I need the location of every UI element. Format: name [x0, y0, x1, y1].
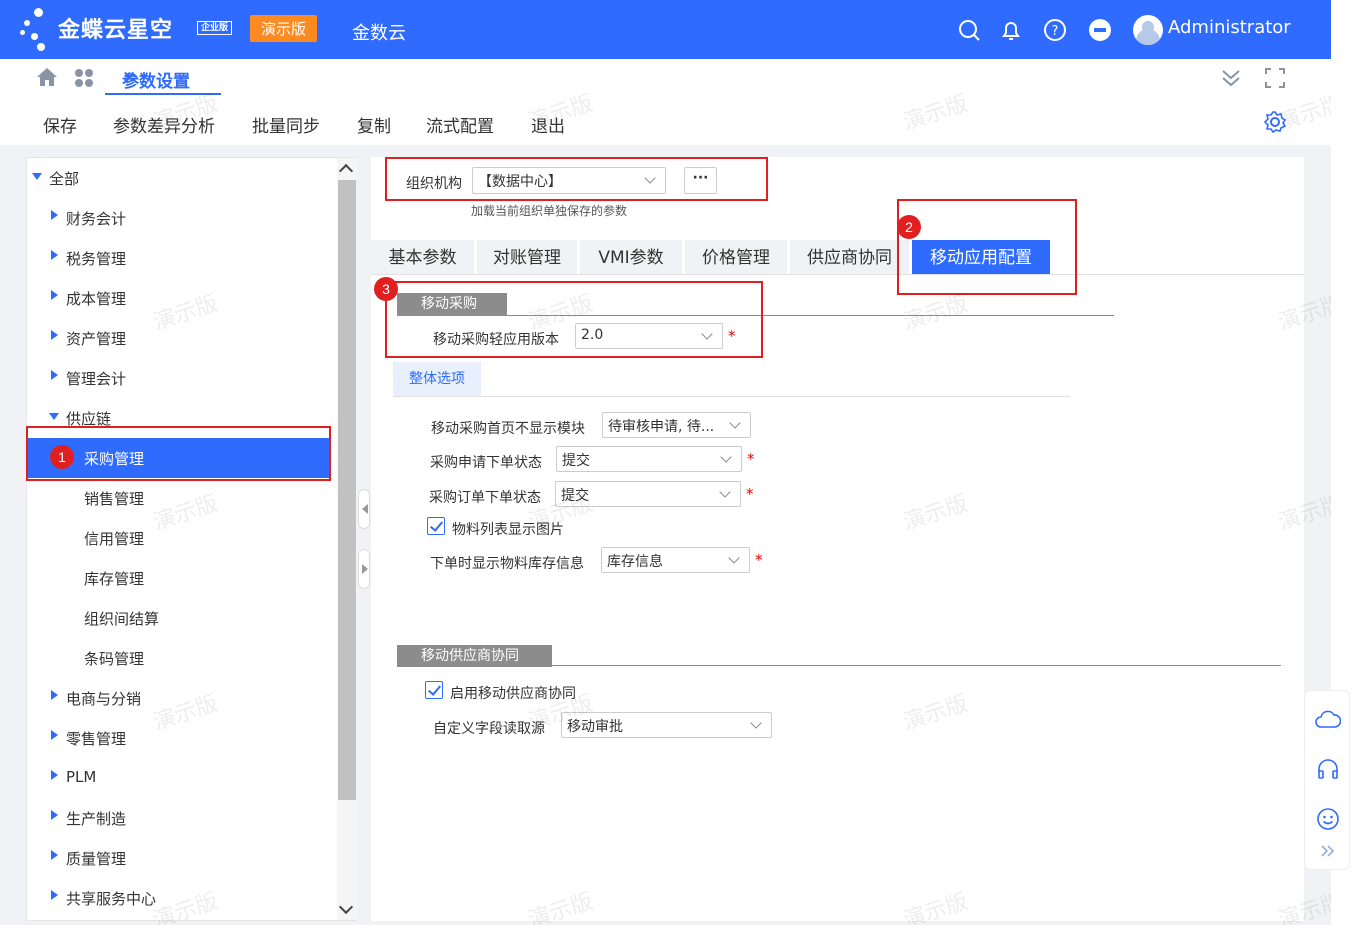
required-mark: *: [755, 551, 763, 569]
show-image-checkbox[interactable]: [427, 517, 445, 535]
chevron-down-icon: [719, 486, 731, 498]
tab-parameter-settings[interactable]: 参数设置 ×: [105, 59, 221, 95]
chevron-down-icon: [720, 451, 732, 463]
username[interactable]: Administrator: [1168, 17, 1291, 38]
stock-info-label: 下单时显示物料库存信息: [430, 556, 584, 572]
annotation-number-2: 2: [897, 215, 921, 239]
required-mark: *: [746, 485, 754, 503]
help-icon[interactable]: ?: [1043, 18, 1067, 42]
chevron-down-icon: [728, 552, 740, 564]
subsection-divider: [393, 396, 1070, 397]
tree-item-retail[interactable]: 零售管理: [27, 718, 331, 758]
collapse-chevron-icon[interactable]: [1220, 67, 1242, 89]
copy-button[interactable]: 复制: [357, 112, 391, 137]
tab-reconciliation[interactable]: 对账管理: [477, 240, 577, 274]
order-status-select[interactable]: 提交: [555, 481, 741, 507]
kingdee-logo-icon: [20, 6, 56, 52]
annotation-number-1: 1: [50, 445, 74, 469]
tree-item-mgmt-accounting[interactable]: 管理会计: [27, 358, 331, 398]
chevron-down-icon: [729, 417, 741, 429]
floating-toolbar: [1304, 690, 1350, 870]
order-status-label: 采购订单下单状态: [429, 490, 541, 506]
save-button[interactable]: 保存: [43, 112, 77, 137]
module-tree: 全部 财务会计 税务管理 成本管理 资产管理 管理会计 供应链 采购管理 销售管…: [26, 157, 357, 921]
overall-options-tab[interactable]: 整体选项: [393, 362, 481, 396]
fullscreen-icon[interactable]: [1265, 68, 1285, 88]
tab-underline: [371, 274, 1304, 275]
tab-basic-params[interactable]: 基本参数: [371, 240, 474, 274]
tree-item-ecommerce[interactable]: 电商与分销: [27, 678, 331, 718]
tree-item-cost[interactable]: 成本管理: [27, 278, 331, 318]
annotation-box-3: [385, 281, 763, 358]
user-avatar[interactable]: [1133, 15, 1163, 45]
headset-icon[interactable]: [1316, 757, 1340, 781]
req-status-select[interactable]: 提交: [556, 446, 742, 472]
tree-scrollbar-thumb[interactable]: [338, 180, 356, 800]
annotation-box-org: [385, 157, 768, 201]
top-header: 金蝶云星空 企业版 演示版 金数云 ? Administrator: [0, 0, 1331, 59]
toolbar: 保存 参数差异分析 批量同步 复制 流式配置 退出: [0, 96, 1331, 151]
demo-badge: 演示版: [250, 15, 318, 42]
custom-field-label: 自定义字段读取源: [433, 721, 545, 737]
close-icon[interactable]: ×: [122, 67, 136, 87]
stock-info-select[interactable]: 库存信息: [601, 547, 750, 573]
section-divider: [397, 665, 1281, 666]
tree-item-credit[interactable]: 信用管理: [27, 518, 331, 558]
tree-item-inventory[interactable]: 库存管理: [27, 558, 331, 598]
tree-item-quality[interactable]: 质量管理: [27, 838, 331, 878]
svg-text:?: ?: [1052, 24, 1059, 39]
diff-analysis-button[interactable]: 参数差异分析: [113, 112, 215, 137]
tree-item-finance[interactable]: 财务会计: [27, 198, 331, 238]
jinshuyun-link[interactable]: 金数云: [352, 19, 406, 45]
tree-item-manufacturing[interactable]: 生产制造: [27, 798, 331, 838]
tree-item-inter-org-settlement[interactable]: 组织间结算: [27, 598, 331, 638]
expand-right-handle[interactable]: [358, 549, 370, 589]
home-hide-select[interactable]: 待审核申请, 待...: [602, 412, 751, 438]
home-hide-label: 移动采购首页不显示模块: [431, 421, 585, 437]
req-status-label: 采购申请下单状态: [430, 455, 542, 471]
chevron-down-icon: [750, 717, 762, 729]
search-icon[interactable]: [957, 18, 981, 42]
exit-button[interactable]: 退出: [531, 112, 565, 137]
more-menu-icon[interactable]: [1088, 18, 1112, 42]
enable-supplier-collab-checkbox[interactable]: [425, 681, 443, 699]
apps-grid-icon[interactable]: [74, 68, 94, 88]
org-hint: 加载当前组织单独保存的参数: [471, 204, 628, 218]
brand-name: 金蝶云星空: [58, 18, 174, 43]
flow-config-button[interactable]: 流式配置: [426, 112, 494, 137]
mobile-supplier-section-title: 移动供应商协同: [397, 645, 552, 667]
annotation-number-3: 3: [374, 277, 398, 301]
show-image-label: 物料列表显示图片: [452, 522, 564, 538]
batch-sync-button[interactable]: 批量同步: [252, 112, 320, 137]
home-icon[interactable]: [36, 67, 58, 87]
tab-price-mgmt[interactable]: 价格管理: [685, 240, 787, 274]
smiley-icon[interactable]: [1316, 807, 1340, 831]
tree-item-plm[interactable]: PLM: [27, 758, 331, 798]
tree-item-all[interactable]: 全部: [27, 158, 331, 198]
tab-vmi-params[interactable]: VMI参数: [580, 240, 682, 274]
tree-item-shared-service[interactable]: 共享服务中心: [27, 878, 331, 918]
tab-supplier-collab[interactable]: 供应商协同: [790, 240, 909, 274]
tree-item-tax[interactable]: 税务管理: [27, 238, 331, 278]
tree-item-asset[interactable]: 资产管理: [27, 318, 331, 358]
edition-tag: 企业版: [197, 21, 233, 35]
gear-icon[interactable]: [1263, 110, 1287, 134]
double-chevron-right-icon[interactable]: [1320, 844, 1336, 858]
tree-item-sales[interactable]: 销售管理: [27, 478, 331, 518]
collapse-left-handle[interactable]: [358, 489, 370, 529]
bell-icon[interactable]: [999, 18, 1023, 42]
chevron-left-icon: [362, 504, 368, 514]
custom-field-select[interactable]: 移动审批: [561, 712, 772, 738]
tab-bar: 参数设置 ×: [0, 59, 1331, 96]
required-mark: *: [747, 450, 755, 468]
tree-item-barcode[interactable]: 条码管理: [27, 638, 331, 678]
annotation-box-2: [897, 199, 1077, 295]
enable-supplier-collab-label: 启用移动供应商协同: [450, 686, 576, 702]
chevron-right-icon: [362, 564, 368, 574]
cloud-icon[interactable]: [1315, 709, 1341, 729]
